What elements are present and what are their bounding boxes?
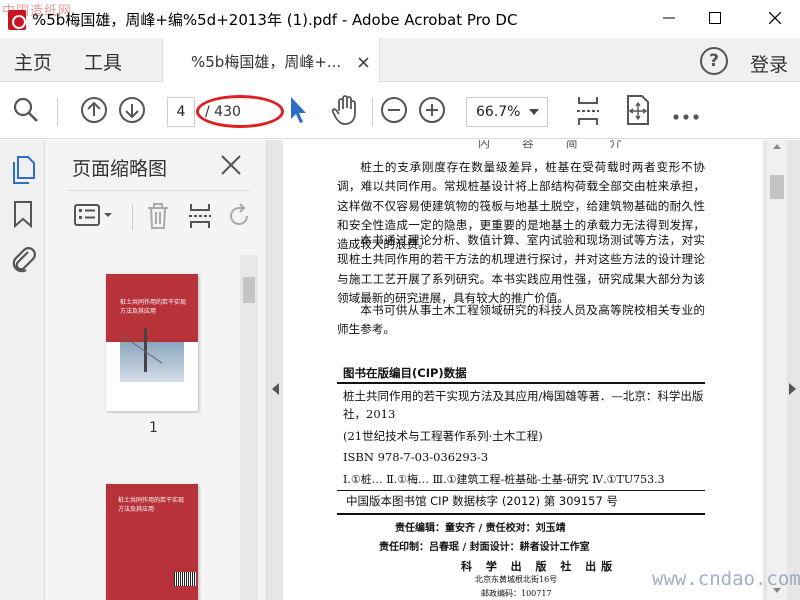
close-icon — [769, 12, 781, 24]
cip-entry: 桩土共同作用的若干实现方法及其应用/梅国雄等著．—北京：科学出版社，2013 — [343, 389, 704, 421]
document-view[interactable]: 内 容 简 介 桩土的支承刚度存在数量级差异，桩基在受荷载时两者变形不协调，难以… — [267, 140, 800, 600]
panel-title: 页面缩略图 — [72, 158, 168, 180]
panel-divider — [67, 190, 250, 191]
document-tab[interactable]: %5b梅国雄，周峰+... — [162, 38, 380, 83]
minimize-icon — [663, 17, 675, 19]
zoom-out-icon[interactable] — [380, 96, 408, 128]
thumbnail-page-1[interactable]: 桩土共同作用的若干实现方法及其应用 — [106, 274, 198, 411]
cip-heading: 图书在版编目(CIP)数据 — [343, 366, 467, 380]
attachment-icon[interactable] — [10, 244, 36, 278]
help-button[interactable]: ? — [700, 47, 728, 75]
more-options-icon[interactable] — [673, 105, 699, 124]
select-cursor-icon[interactable] — [288, 95, 308, 129]
split-page-icon[interactable] — [187, 202, 213, 234]
navigation-rail — [0, 140, 45, 600]
rule — [337, 490, 705, 491]
menu-home[interactable]: 主页 — [14, 48, 52, 75]
credit-production: 责任印制：吕春珉 / 封面设计：耕者设计工作室 — [379, 542, 590, 553]
rule — [337, 382, 705, 384]
cip-number: 中国版本图书馆 CIP 数据核字 (2012) 第 309157 号 — [346, 494, 618, 508]
cip-classification: Ⅰ.①桩… Ⅱ.①梅… Ⅲ.①建筑工程-桩基础-土基-研究 Ⅳ.①TU753.3 — [343, 473, 665, 486]
bookmark-icon[interactable] — [13, 200, 33, 232]
page-number-input[interactable]: 4 — [167, 97, 195, 127]
thumbnail-scrollbar[interactable] — [240, 255, 258, 600]
maximize-button[interactable] — [692, 0, 738, 36]
search-icon[interactable] — [12, 96, 40, 128]
window-title: %5b梅国雄，周峰+编%5d+2013年 (1).pdf - Adobe Acr… — [32, 11, 518, 29]
rule — [337, 513, 705, 515]
fit-page-icon[interactable] — [575, 95, 601, 131]
paragraph: 本书可供从事土木工程领域研究的科技人员及高等院校相关专业的师生参考。 — [337, 303, 705, 337]
menu-tools[interactable]: 工具 — [84, 48, 122, 75]
panel-close-icon[interactable] — [220, 154, 242, 180]
menu-bar: 主页 工具 — [0, 38, 800, 82]
full-screen-icon[interactable] — [624, 94, 652, 130]
zoom-select[interactable]: 66.7% — [466, 97, 548, 127]
delete-page-icon[interactable] — [146, 202, 170, 234]
cover-title: 桩土共同作用的若干实现方法及其应用 — [118, 497, 185, 513]
cip-isbn: ISBN 978-7-03-036293-3 — [343, 450, 489, 464]
thumbnail-page-2[interactable]: 桩土共同作用的若干实现方法及其应用 — [106, 484, 198, 600]
hand-tool-icon[interactable] — [331, 94, 359, 130]
thumbnail-page-label: 1 — [149, 420, 158, 436]
cip-series: (21世纪技术与工程著作系列·土木工程) — [343, 429, 543, 443]
chevron-down-icon — [529, 109, 539, 115]
document-scrollbar[interactable] — [767, 140, 787, 600]
annotation-oval — [196, 95, 284, 128]
next-page-icon[interactable] — [118, 96, 146, 128]
paragraph: 本书通过理论分析、数值计算、室内试验和现场测试等方法，对实现桩土共同作用的若干方… — [337, 233, 705, 305]
toolbar — [0, 83, 800, 139]
barcode — [174, 572, 196, 586]
right-arrow-icon[interactable] — [789, 383, 796, 395]
panel-toolbar-divider — [132, 204, 133, 230]
site-watermark: www.cndao.com — [652, 568, 800, 590]
credit-editors: 责任编辑：童安齐 / 责任校对：刘玉靖 — [395, 523, 566, 534]
toolbar-divider — [57, 98, 58, 126]
document-page: 内 容 简 介 桩土的支承刚度存在数量级差异，桩基在受荷载时两者变形不协调，难以… — [283, 140, 763, 600]
toolbar-divider — [372, 98, 373, 126]
thumbnail-options-icon[interactable] — [73, 202, 113, 232]
tab-close-icon[interactable] — [358, 53, 369, 72]
page-thumbnails-icon[interactable] — [11, 156, 35, 188]
rotate-page-icon[interactable] — [228, 202, 252, 234]
maximize-icon — [709, 12, 721, 24]
cover-title: 桩土共同作用的若干实现方法及其应用 — [120, 299, 187, 315]
document-tab-label: %5b梅国雄，周峰+... — [191, 53, 342, 71]
close-window-button[interactable] — [752, 0, 798, 36]
publisher: 科 学 出 版 社 出版 — [461, 560, 618, 573]
publisher-address: 北京东黄城根北街16号 — [475, 575, 558, 584]
scroll-up-icon[interactable] — [773, 144, 781, 149]
zoom-in-icon[interactable] — [418, 96, 446, 128]
thumbnails-panel: 页面缩略图 桩土共同作用的若干实现方法及其应用 1 桩土共同作用的若干实现方法及… — [45, 140, 267, 600]
login-button[interactable]: 登录 — [750, 50, 788, 77]
title-bar: 中国造纸网 %5b梅国雄，周峰+编%5d+2013年 (1).pdf - Ado… — [0, 0, 800, 38]
zoom-value: 66.7% — [476, 104, 521, 120]
cover-photo — [120, 342, 184, 382]
previous-page-icon[interactable] — [80, 96, 108, 128]
left-arrow-icon[interactable] — [272, 383, 279, 395]
publisher-zip: 邮政编码：100717 — [481, 589, 552, 598]
minimize-button[interactable] — [646, 0, 692, 36]
scrollbar-thumb[interactable] — [770, 175, 784, 199]
scrollbar-thumb[interactable] — [243, 277, 255, 303]
section-heading: 内 容 简 介 — [478, 140, 636, 150]
